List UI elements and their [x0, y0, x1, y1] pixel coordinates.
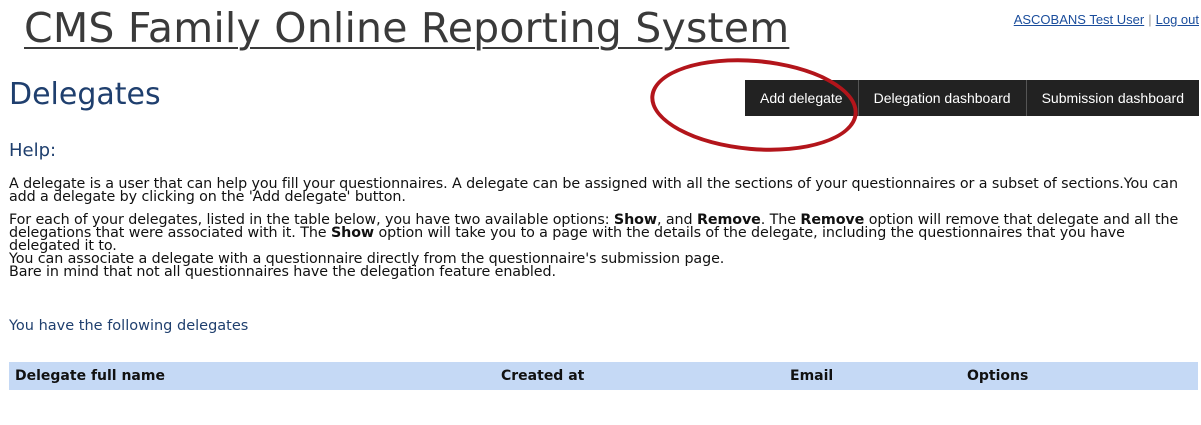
add-delegate-button[interactable]: Add delegate: [745, 80, 859, 116]
separator: |: [1148, 12, 1152, 27]
help-paragraph-1: A delegate is a user that can help you f…: [9, 176, 1178, 205]
show-keyword: Show: [330, 225, 375, 241]
help-paragraph-4: Bare in mind that not all questionnaires…: [9, 264, 556, 280]
help-title: Help:: [9, 140, 57, 161]
site-title[interactable]: CMS Family Online Reporting System: [24, 4, 789, 52]
user-links: ASCOBANS Test User | Log out: [1014, 12, 1199, 27]
column-header-email[interactable]: Email: [790, 368, 833, 384]
page-title: Delegates: [9, 77, 161, 112]
user-name-link[interactable]: ASCOBANS Test User: [1014, 12, 1145, 27]
submission-dashboard-button[interactable]: Submission dashboard: [1026, 80, 1199, 116]
column-header-delegate-name[interactable]: Delegate full name: [15, 368, 165, 384]
help-text: A delegate is a user that can help you f…: [9, 176, 1194, 280]
logout-link[interactable]: Log out: [1156, 12, 1199, 27]
delegates-intro: You have the following delegates: [9, 318, 249, 334]
help-paragraph-2: For each of your delegates, listed in th…: [9, 212, 1179, 254]
action-toolbar: Add delegate Delegation dashboard Submis…: [745, 80, 1199, 116]
column-header-created-at[interactable]: Created at: [501, 368, 584, 384]
delegation-dashboard-button[interactable]: Delegation dashboard: [858, 80, 1027, 116]
delegates-table-header: Delegate full name Created at Email Opti…: [9, 362, 1198, 390]
column-header-options: Options: [967, 368, 1029, 384]
